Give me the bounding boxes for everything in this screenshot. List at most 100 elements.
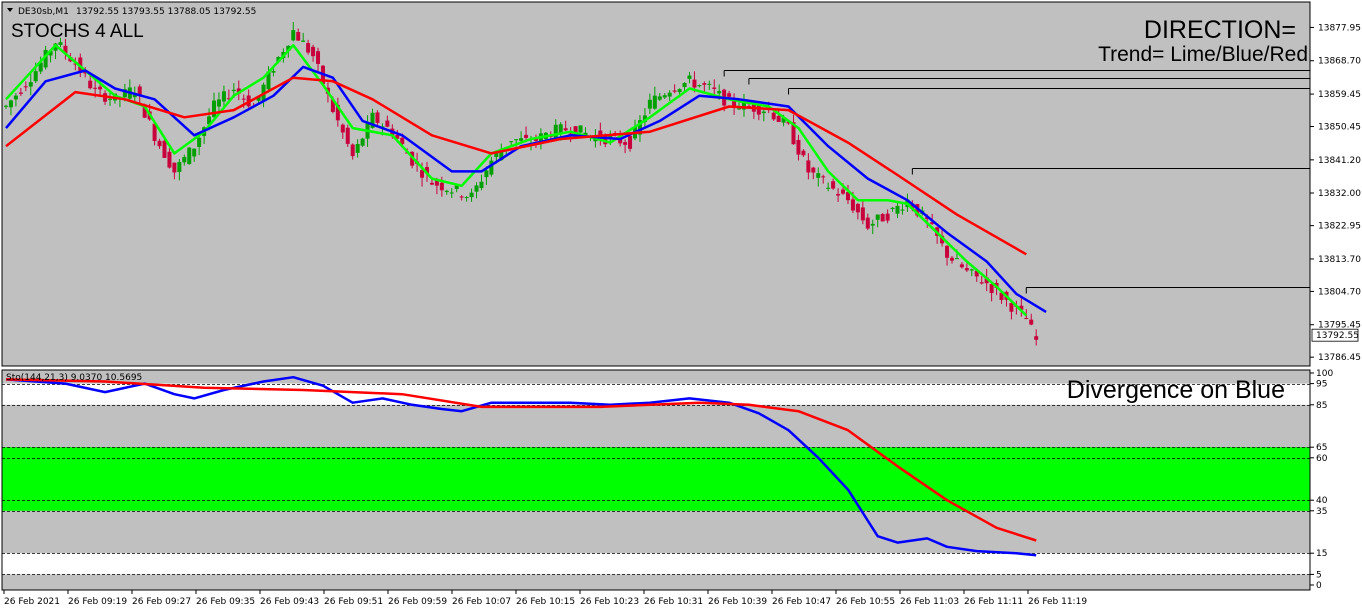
- candle-body: [1009, 303, 1014, 312]
- time-tick-label: 26 Feb 10:15: [516, 597, 575, 607]
- price-tick-label: 13859.45: [1318, 90, 1361, 100]
- stoch-tick-label: 15: [1316, 549, 1327, 559]
- stoch-tick-label: 65: [1316, 443, 1327, 453]
- candle-body: [697, 85, 702, 87]
- indicator-label: Sto(144,21,3) 9.0370 10.5695: [6, 373, 142, 383]
- candle-body: [350, 144, 355, 157]
- candle-body: [1024, 318, 1029, 320]
- candle-body: [509, 141, 514, 143]
- candle-body: [964, 268, 969, 271]
- stoch-tick-label: 95: [1316, 380, 1327, 390]
- candle-body: [959, 264, 964, 268]
- candle-body: [216, 99, 221, 107]
- candle-body: [870, 223, 875, 226]
- candle-body: [469, 192, 474, 198]
- candle-body: [1029, 319, 1034, 325]
- candle-body: [197, 137, 202, 147]
- time-tick-label: 26 Feb 11:03: [900, 597, 959, 607]
- candle-body: [954, 258, 959, 260]
- price-tick-label: 13804.70: [1318, 287, 1361, 297]
- stoch-tick-label: 35: [1316, 507, 1327, 517]
- candle-body: [860, 207, 865, 221]
- candle-body: [98, 86, 103, 90]
- candle-body: [672, 90, 677, 92]
- time-tick-label: 26 Feb 2021: [4, 597, 60, 607]
- candle-body: [4, 105, 8, 107]
- candle-body: [182, 157, 187, 163]
- candle-body: [895, 205, 900, 214]
- candle-body: [474, 185, 479, 192]
- candle-body: [311, 46, 316, 57]
- time-tick-label: 26 Feb 09:51: [324, 597, 383, 607]
- candle-body: [420, 170, 425, 178]
- candle-body: [702, 83, 707, 85]
- candle-body: [875, 214, 880, 220]
- candle-body: [340, 124, 345, 133]
- candle-body: [761, 111, 766, 114]
- candle-body: [360, 138, 365, 146]
- price-tick-label: 13786.45: [1318, 353, 1361, 363]
- candle-body: [58, 42, 63, 45]
- candle-body: [231, 89, 236, 92]
- candle-body: [296, 32, 301, 41]
- candle-body: [662, 95, 667, 98]
- candle-body: [439, 182, 444, 191]
- time-tick-label: 26 Feb 09:27: [132, 597, 191, 607]
- candle-body: [172, 162, 177, 173]
- candle-body: [677, 89, 682, 93]
- neutral-zone: [2, 447, 1310, 511]
- candle-body: [524, 134, 529, 138]
- candle-body: [657, 96, 662, 100]
- candle-body: [756, 105, 761, 115]
- candle-body: [192, 148, 197, 157]
- candle-body: [241, 98, 246, 100]
- candle-body: [682, 82, 687, 88]
- price-tick-label: 13813.70: [1318, 255, 1361, 265]
- candle-body: [806, 160, 811, 173]
- candle-body: [1034, 336, 1039, 340]
- candle-body: [855, 203, 860, 213]
- candle-body: [885, 213, 890, 221]
- candle-body: [464, 196, 469, 198]
- candle-body: [489, 160, 494, 175]
- candle-body: [880, 214, 885, 222]
- candle-body: [979, 282, 984, 284]
- candle-body: [717, 90, 722, 94]
- candle-body: [836, 193, 841, 196]
- candle-body: [553, 124, 558, 139]
- trend-label: Trend= Lime/Blue/Red: [1098, 43, 1308, 66]
- candle-body: [771, 112, 776, 120]
- candle-body: [33, 71, 38, 82]
- stoch-tick-label: 100: [1316, 369, 1333, 379]
- candle-body: [989, 283, 994, 294]
- price-axis: 13877.95 13868.70 13859.45 13850.45 13841.20…: [1310, 23, 1361, 363]
- candle-body: [900, 209, 905, 211]
- candle-body: [157, 140, 162, 147]
- candle-body: [13, 95, 18, 100]
- time-tick-label: 26 Feb 10:47: [772, 597, 831, 607]
- candle-body: [647, 99, 652, 109]
- candle-body: [375, 112, 380, 123]
- time-tick-label: 26 Feb 09:19: [68, 597, 127, 607]
- candle-body: [162, 140, 167, 158]
- candle-body: [796, 139, 801, 155]
- candle-body: [811, 167, 816, 173]
- candle-body: [8, 100, 13, 108]
- candle-body: [865, 217, 870, 229]
- candle-body: [687, 75, 692, 79]
- time-tick-label: 26 Feb 10:07: [452, 597, 511, 607]
- candle-body: [850, 199, 855, 211]
- candle-body: [841, 189, 846, 194]
- candle-body: [385, 120, 390, 127]
- candle-body: [484, 170, 489, 178]
- candle-body: [444, 190, 449, 192]
- candle-body: [667, 92, 672, 97]
- stoch-tick-label: 60: [1316, 454, 1328, 464]
- candle-body: [355, 143, 360, 153]
- trading-chart: DE30sb,M1 13792.55 13793.55 13788.05 137…: [1, 1, 1361, 607]
- divergence-label: Divergence on Blue: [1067, 376, 1285, 404]
- time-tick-label: 26 Feb 10:55: [836, 597, 895, 607]
- candle-body: [776, 115, 781, 123]
- candle-body: [623, 142, 628, 145]
- candle-body: [727, 93, 732, 97]
